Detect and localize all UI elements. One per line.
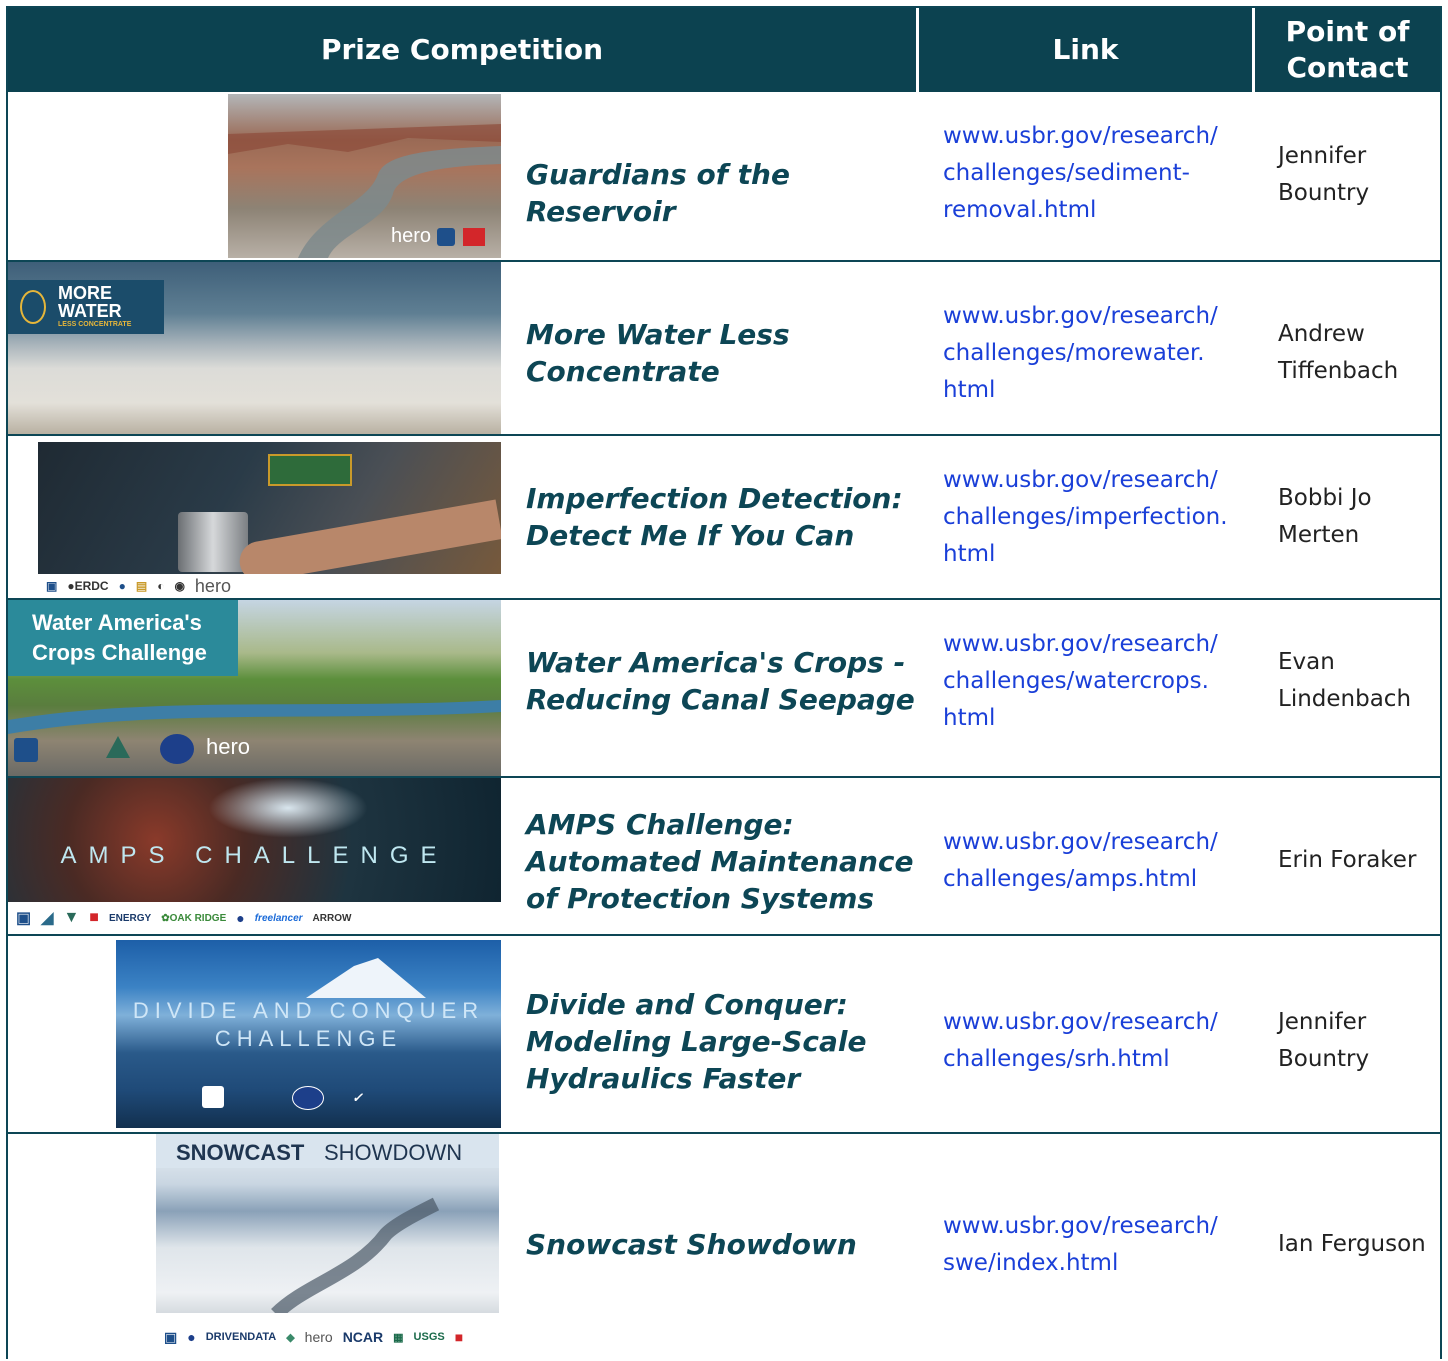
table-row: Water America's Crops Challenge hero Wat… [8, 600, 1440, 776]
usgs-logo-text: USGS [413, 1331, 445, 1343]
contact-name: Andrew Tiffenbach [1278, 321, 1399, 384]
nasa-logo-icon [292, 1086, 324, 1110]
competition-title: Guardians of the Reservoir [526, 158, 790, 228]
contact-name: Evan Lindenbach [1278, 649, 1412, 712]
reclamation-logo-icon [202, 1086, 224, 1108]
hero-logo-text: hero [194, 575, 231, 596]
usace-logo-icon: ■ [89, 909, 99, 926]
challenge-text: CHALLENGE [214, 1026, 403, 1051]
reclamation-logo-icon [14, 738, 38, 762]
usace-logo-icon: ■ [454, 1329, 464, 1345]
guardians-reservoir-image: hero [228, 94, 501, 258]
sponsor-logo-icon: ◐ [157, 579, 165, 593]
hero-logo-text: hero [206, 734, 251, 759]
arrow-logo-icon: ARROW [312, 912, 352, 924]
monitor-screen-icon [268, 454, 352, 486]
table-row: ▣ ●ERDC ● ▤ ◐ ◉ hero Imperfection Detect… [8, 436, 1440, 598]
competition-title: Water America's Crops - Reducing Canal S… [526, 646, 915, 716]
sponsor-logo-icon: ◉ [174, 579, 185, 593]
prize-competition-table: Prize Competition Link Point of Contact … [6, 6, 1442, 1361]
ncar-logo-text: NCAR [342, 1329, 384, 1345]
competition-title: More Water Less Concentrate [526, 318, 790, 388]
more-water-image: MORE WATER LESS CONCENTRATE [8, 262, 501, 434]
freelancer-logo-icon: ✓ [352, 1090, 363, 1105]
amps-challenge-image: AMPS CHALLENGE ▣ ◢ ▼ ■ ENERGY ✿OAK RIDGE… [8, 778, 501, 934]
contact-name: Ian Ferguson [1278, 1231, 1426, 1257]
amps-challenge-text: AMPS CHALLENGE [60, 842, 449, 869]
competition-link[interactable]: www.usbr.gov/research/challenges/morewat… [943, 298, 1243, 409]
badge-text-water: WATER [58, 301, 122, 321]
reclamation-logo-icon: ▣ [46, 579, 58, 593]
drivendata-logo-text: DRIVENDATA [205, 1331, 277, 1343]
competition-link[interactable]: www.usbr.gov/research/challenges/imperfe… [943, 462, 1243, 573]
ensemble-logo-icon: ◆ [286, 1331, 295, 1344]
wapa-logo-icon: ◢ [41, 910, 54, 927]
table-row: AMPS CHALLENGE ▣ ◢ ▼ ■ ENERGY ✿OAK RIDGE… [8, 778, 1440, 934]
column-divider [916, 92, 918, 1361]
contact-name: Bobbi Jo Merten [1278, 485, 1372, 548]
bonneville-logo-icon: ▼ [63, 909, 80, 926]
header-prize-competition: Prize Competition [8, 8, 916, 92]
sponsor-logos-strip: ▣ ● DRIVENDATA ◆ hero NCAR ▦ USGS ■ [156, 1313, 499, 1361]
water-crops-image: Water America's Crops Challenge hero [8, 600, 501, 776]
competition-link[interactable]: www.usbr.gov/research/challenges/amps.ht… [943, 824, 1243, 898]
usace-logo-icon [463, 228, 485, 246]
table-row: SNOWCAST SHOWDOWN ▣ ● DRIVENDATA ◆ hero … [8, 1134, 1440, 1361]
header-link: Link [919, 8, 1252, 92]
header-point-of-contact: Point of Contact [1255, 8, 1440, 92]
divide-and-conquer-image: DIVIDE AND CONQUER CHALLENGE ✓ [116, 940, 501, 1128]
reclamation-logo-icon: ▣ [16, 910, 32, 927]
composites-logo-icon: ▤ [135, 579, 148, 593]
erdc-logo-icon: ●ERDC [67, 579, 109, 593]
wave-spray [208, 778, 368, 838]
badge-text: Water America's Crops Challenge [32, 610, 207, 665]
competition-title: AMPS Challenge: Automated Maintenance of… [526, 808, 914, 915]
more-water-badge: MORE WATER LESS CONCENTRATE [8, 280, 164, 334]
contact-name: Erin Foraker [1278, 847, 1417, 873]
table-row: hero Guardians of the Reservoir www.usbr… [8, 92, 1440, 260]
nasa-logo-icon: ● [236, 910, 245, 926]
freelancer-logo-icon: freelancer [254, 912, 303, 924]
water-crops-badge: Water America's Crops Challenge [8, 600, 238, 676]
water-drop-icon [20, 290, 46, 324]
mountain-peak [306, 958, 426, 998]
table-row: DIVIDE AND CONQUER CHALLENGE ✓ Divide an… [8, 936, 1440, 1132]
energy-logo-icon: ENERGY [108, 912, 152, 924]
hero-logo-text: hero [304, 1329, 333, 1345]
hand-icon [236, 499, 501, 585]
imperfection-detection-image: ▣ ●ERDC ● ▤ ◐ ◉ hero [38, 442, 501, 598]
badge-text-more: MORE [58, 283, 112, 303]
showdown-text: SHOWDOWN [324, 1140, 463, 1165]
competition-link[interactable]: www.usbr.gov/research/challenges/srh.htm… [943, 1004, 1243, 1078]
reclamation-logo-icon [437, 228, 455, 246]
oak-ridge-logo-icon: ✿OAK RIDGE [161, 912, 227, 924]
hero-logo-text: hero [390, 225, 431, 247]
contact-name: Jennifer Bountry [1278, 143, 1370, 206]
badge-text-less-concentrate: LESS CONCENTRATE [58, 321, 132, 328]
competition-link[interactable]: www.usbr.gov/research/challenges/sedimen… [943, 118, 1243, 229]
competition-title: Divide and Conquer: Modeling Large-Scale… [526, 988, 867, 1095]
contact-name: Jennifer Bountry [1278, 1009, 1370, 1072]
competition-link[interactable]: www.usbr.gov/research/swe/index.html [943, 1208, 1243, 1282]
snowcast-showdown-image: SNOWCAST SHOWDOWN ▣ ● DRIVENDATA ◆ hero … [156, 1134, 499, 1361]
competition-title: Snowcast Showdown [526, 1228, 857, 1261]
nrcs-logo-icon: ▦ [393, 1331, 404, 1344]
nasa-logo-icon [160, 734, 194, 764]
nasa-logo-icon: ● [118, 579, 126, 593]
competition-title: Imperfection Detection: Detect Me If You… [526, 482, 903, 552]
sponsor-logos-strip: ▣ ◢ ▼ ■ ENERGY ✿OAK RIDGE ● freelancer A… [8, 902, 501, 934]
nasa-logo-icon: ● [187, 1329, 196, 1345]
competition-link[interactable]: www.usbr.gov/research/challenges/watercr… [943, 626, 1243, 737]
snowcast-banner: SNOWCAST SHOWDOWN [156, 1134, 499, 1168]
sponsor-logos-strip: ▣ ●ERDC ● ▤ ◐ ◉ hero [38, 574, 501, 598]
sensor-device-icon [178, 512, 248, 572]
reclamation-logo-icon: ▣ [164, 1328, 178, 1345]
table-row: MORE WATER LESS CONCENTRATE More Water L… [8, 262, 1440, 434]
divide-conquer-text: DIVIDE AND CONQUER [132, 998, 485, 1023]
snowcast-text: SNOWCAST [176, 1140, 305, 1165]
